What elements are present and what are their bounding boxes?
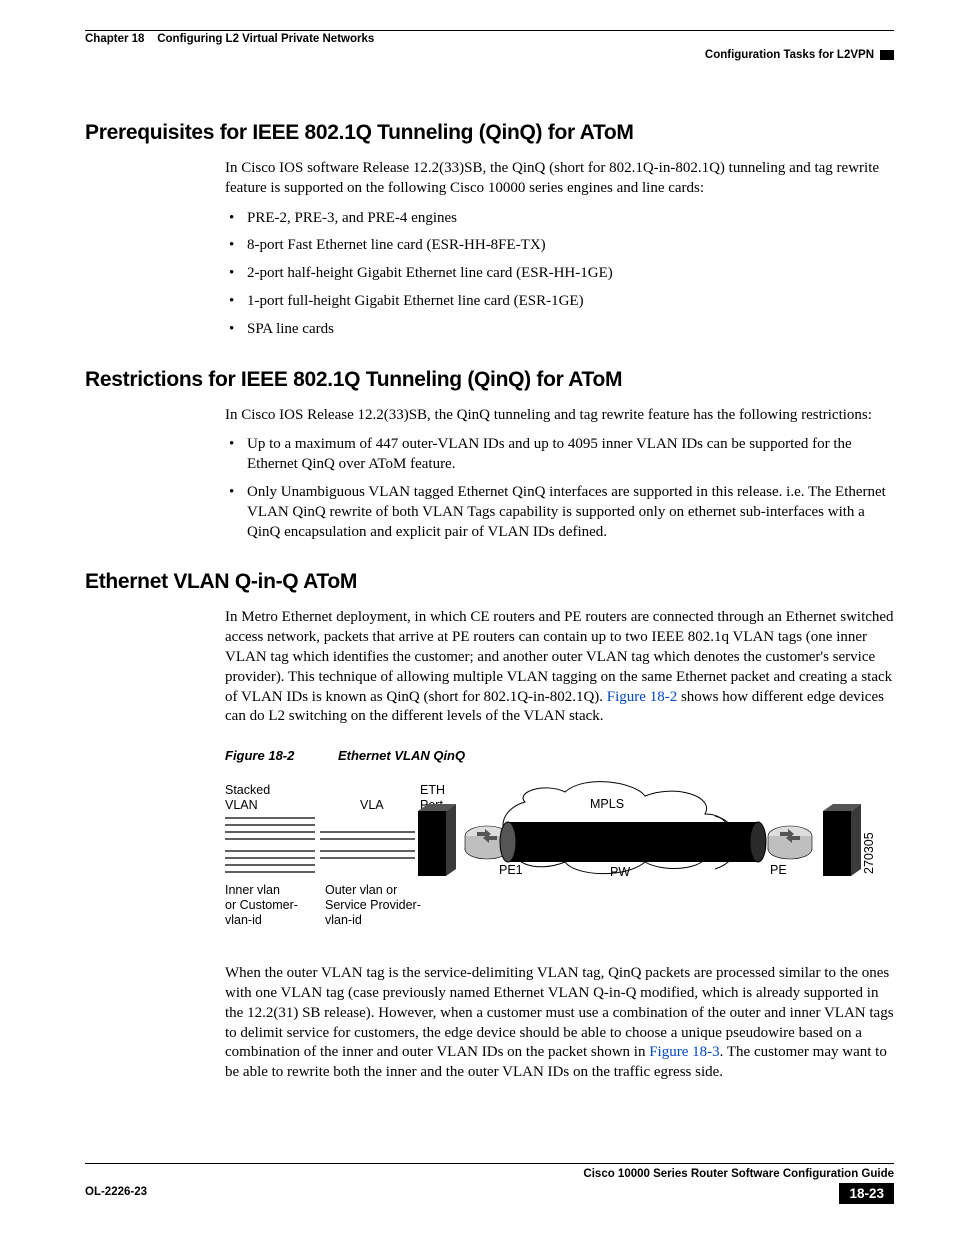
list-item: PRE-2, PRE-3, and PRE-4 engines [225,209,894,229]
figure-18-2: Stacked VLAN VLA ETH Port MPLS [225,774,885,944]
list-item: Only Unambiguous VLAN tagged Ethernet Qi… [225,483,894,542]
label-stacked-vlan: Stacked [225,783,270,797]
figure-link-18-2[interactable]: Figure 18-2 [607,689,677,705]
list-item: Up to a maximum of 447 outer-VLAN IDs an… [225,435,894,475]
label-stacked-vlan: VLAN [225,798,258,812]
figure-caption: Figure 18-2 Ethernet VLAN QinQ [225,747,894,764]
section-heading-qinq: Ethernet VLAN Q-in-Q AToM [85,570,894,594]
label-pw: PW [610,865,630,879]
list-item: 2-port half-height Gigabit Ethernet line… [225,264,894,284]
qinq-paragraph-1: In Metro Ethernet deployment, in which C… [225,608,894,727]
label-pe1: PE1 [499,863,523,877]
restrict-bullet-list: Up to a maximum of 447 outer-VLAN IDs an… [225,435,894,542]
header-marker [880,50,894,60]
router-icon [768,826,812,859]
section-heading-restrictions: Restrictions for IEEE 802.1Q Tunneling (… [85,368,894,392]
label-outer-vlan: vlan-id [325,913,362,927]
list-item: 1-port full-height Gigabit Ethernet line… [225,292,894,312]
footer-doc-id: OL-2226-23 [85,1168,147,1198]
header-right-label: Configuration Tasks for L2VPN [705,49,874,61]
qinq-paragraph-2: When the outer VLAN tag is the service-d… [225,964,894,1083]
list-item: 8-port Fast Ethernet line card (ESR-HH-8… [225,236,894,256]
label-outer-vlan: Outer vlan or [325,883,397,897]
label-mpls: MPLS [590,797,624,811]
figure-code: 270305 [862,833,876,875]
label-vla: VLA [360,798,384,812]
page-number: 18-23 [839,1183,894,1204]
label-inner-vlan: Inner vlan [225,883,280,897]
label-eth-port: ETH [420,783,445,797]
chapter-number: Chapter 18 [85,33,144,45]
label-outer-vlan: Service Provider- [325,898,421,912]
restrict-intro: In Cisco IOS Release 12.2(33)SB, the Qin… [225,406,894,426]
chapter-title: Configuring L2 Virtual Private Networks [157,33,374,45]
label-pe-right: PE [770,863,787,877]
section-heading-prerequisites: Prerequisites for IEEE 802.1Q Tunneling … [85,121,894,145]
label-inner-vlan: vlan-id [225,913,262,927]
figure-title: Ethernet VLAN QinQ [338,748,465,763]
figure-label: Figure 18-2 [225,748,294,763]
footer-guide-title: Cisco 10000 Series Router Software Confi… [583,1168,894,1180]
list-item: SPA line cards [225,320,894,340]
prereq-intro: In Cisco IOS software Release 12.2(33)SB… [225,159,894,199]
prereq-bullet-list: PRE-2, PRE-3, and PRE-4 engines 8-port F… [225,209,894,340]
label-inner-vlan: or Customer- [225,898,298,912]
figure-link-18-3[interactable]: Figure 18-3 [649,1044,719,1060]
